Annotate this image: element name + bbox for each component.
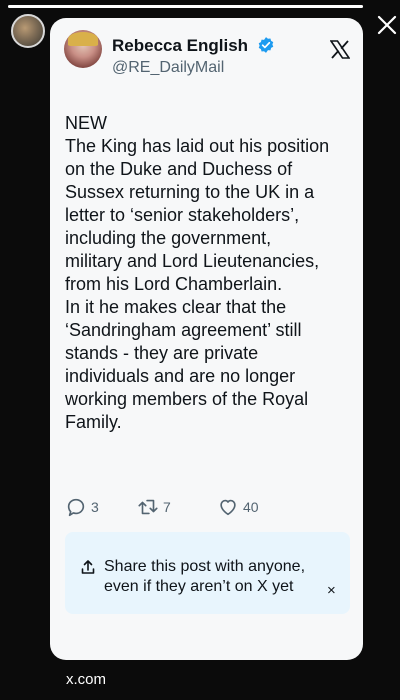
- tweet-actions: 3 7 40: [65, 496, 355, 520]
- reply-count: 3: [91, 499, 99, 515]
- author-name[interactable]: Rebecca English: [112, 36, 248, 55]
- story-avatar[interactable]: [11, 14, 45, 48]
- dismiss-share-button[interactable]: ×: [327, 582, 336, 599]
- reply-button[interactable]: 3: [65, 496, 99, 518]
- reply-icon: [67, 498, 85, 517]
- author-avatar[interactable]: [64, 30, 102, 68]
- heart-icon: [220, 499, 236, 516]
- share-prompt-text[interactable]: Share this post with anyone, even if the…: [104, 557, 314, 597]
- tweet-text: NEW The King has laid out his position o…: [65, 112, 360, 434]
- like-count: 40: [243, 499, 259, 515]
- repost-button[interactable]: 7: [137, 496, 171, 518]
- verified-badge-icon: [258, 37, 274, 53]
- tweet-text-paragraph-2: In it he makes clear that the ‘Sandringh…: [65, 297, 309, 432]
- tweet-text-heading: NEW: [65, 113, 107, 133]
- share-icon: [81, 560, 95, 574]
- like-button[interactable]: 40: [217, 496, 259, 518]
- tweet-card[interactable]: Rebecca English @RE_DailyMail NEW The Ki…: [50, 18, 363, 660]
- repost-icon: [138, 499, 158, 515]
- author-name-row[interactable]: Rebecca English: [112, 36, 275, 56]
- close-icon[interactable]: [376, 14, 398, 36]
- tweet-text-paragraph-1: The King has laid out his position on th…: [65, 136, 330, 294]
- link-label[interactable]: x.com: [66, 671, 106, 688]
- story-progress-fill: [8, 5, 363, 8]
- x-logo-icon: [329, 40, 351, 65]
- author-handle[interactable]: @RE_DailyMail: [112, 59, 224, 77]
- share-prompt[interactable]: Share this post with anyone, even if the…: [65, 532, 350, 614]
- story-progress-bar: [8, 5, 363, 8]
- repost-count: 7: [163, 499, 171, 515]
